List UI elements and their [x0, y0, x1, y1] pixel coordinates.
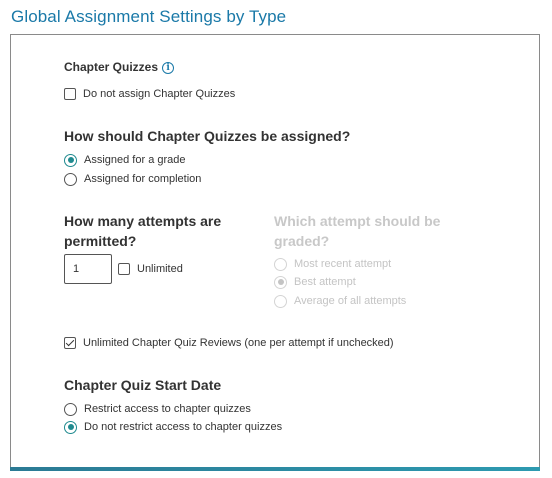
- unlimited-attempts-row[interactable]: Unlimited: [118, 261, 183, 277]
- panel-bottom-bar: [10, 467, 540, 471]
- chapter-quizzes-label-text: Chapter Quizzes: [64, 60, 159, 74]
- unlimited-reviews-label: Unlimited Chapter Quiz Reviews (one per …: [83, 337, 394, 349]
- graded-attempt-heading: Which attempt should be graded?: [274, 211, 440, 251]
- attempts-input[interactable]: [64, 254, 112, 284]
- average-attempts-label: Average of all attempts: [294, 295, 407, 307]
- do-not-restrict-access-option[interactable]: Do not restrict access to chapter quizze…: [64, 419, 282, 435]
- most-recent-attempt-option: Most recent attempt: [274, 256, 391, 272]
- average-attempts-radio: [274, 294, 287, 308]
- graded-attempt-heading-line2: graded?: [274, 233, 330, 249]
- assigned-for-completion-radio[interactable]: [64, 172, 77, 186]
- graded-attempt-heading-line1: Which attempt should be: [274, 213, 441, 229]
- assigned-for-completion-label: Assigned for completion: [84, 173, 202, 185]
- most-recent-attempt-radio: [274, 257, 287, 271]
- restrict-access-option[interactable]: Restrict access to chapter quizzes: [64, 401, 251, 417]
- assigned-for-completion-option[interactable]: Assigned for completion: [64, 171, 201, 187]
- assigned-for-grade-label: Assigned for a grade: [84, 154, 186, 166]
- unlimited-reviews-row[interactable]: Unlimited Chapter Quiz Reviews (one per …: [64, 335, 394, 351]
- unlimited-attempts-checkbox[interactable]: [118, 263, 130, 275]
- best-attempt-radio: [274, 275, 287, 289]
- start-date-heading: Chapter Quiz Start Date: [64, 377, 222, 393]
- restrict-access-radio[interactable]: [64, 402, 77, 416]
- unlimited-attempts-label: Unlimited: [137, 263, 183, 275]
- do-not-assign-checkbox[interactable]: [64, 88, 76, 100]
- do-not-restrict-access-label: Do not restrict access to chapter quizze…: [84, 421, 283, 433]
- average-attempts-option: Average of all attempts: [274, 293, 406, 309]
- do-not-assign-label: Do not assign Chapter Quizzes: [83, 88, 236, 100]
- attempts-heading: How many attempts are permitted?: [64, 211, 221, 251]
- best-attempt-option: Best attempt: [274, 274, 356, 290]
- info-icon[interactable]: i: [162, 62, 175, 74]
- assigned-for-grade-radio[interactable]: [64, 153, 77, 167]
- assigned-for-grade-option[interactable]: Assigned for a grade: [64, 152, 186, 168]
- attempts-heading-line1: How many attempts are: [64, 213, 222, 229]
- assignment-type-heading: How should Chapter Quizzes be assigned?: [64, 128, 351, 144]
- unlimited-reviews-checkbox[interactable]: [64, 337, 76, 349]
- best-attempt-label: Best attempt: [294, 276, 356, 288]
- restrict-access-label: Restrict access to chapter quizzes: [84, 403, 251, 415]
- do-not-assign-checkbox-row[interactable]: Do not assign Chapter Quizzes: [64, 86, 235, 102]
- attempts-heading-line2: permitted?: [64, 233, 137, 249]
- most-recent-attempt-label: Most recent attempt: [294, 258, 392, 270]
- page-title: Global Assignment Settings by Type: [11, 7, 287, 26]
- chapter-quizzes-label: Chapter Quizzes i: [64, 60, 175, 74]
- do-not-restrict-access-radio[interactable]: [64, 420, 77, 434]
